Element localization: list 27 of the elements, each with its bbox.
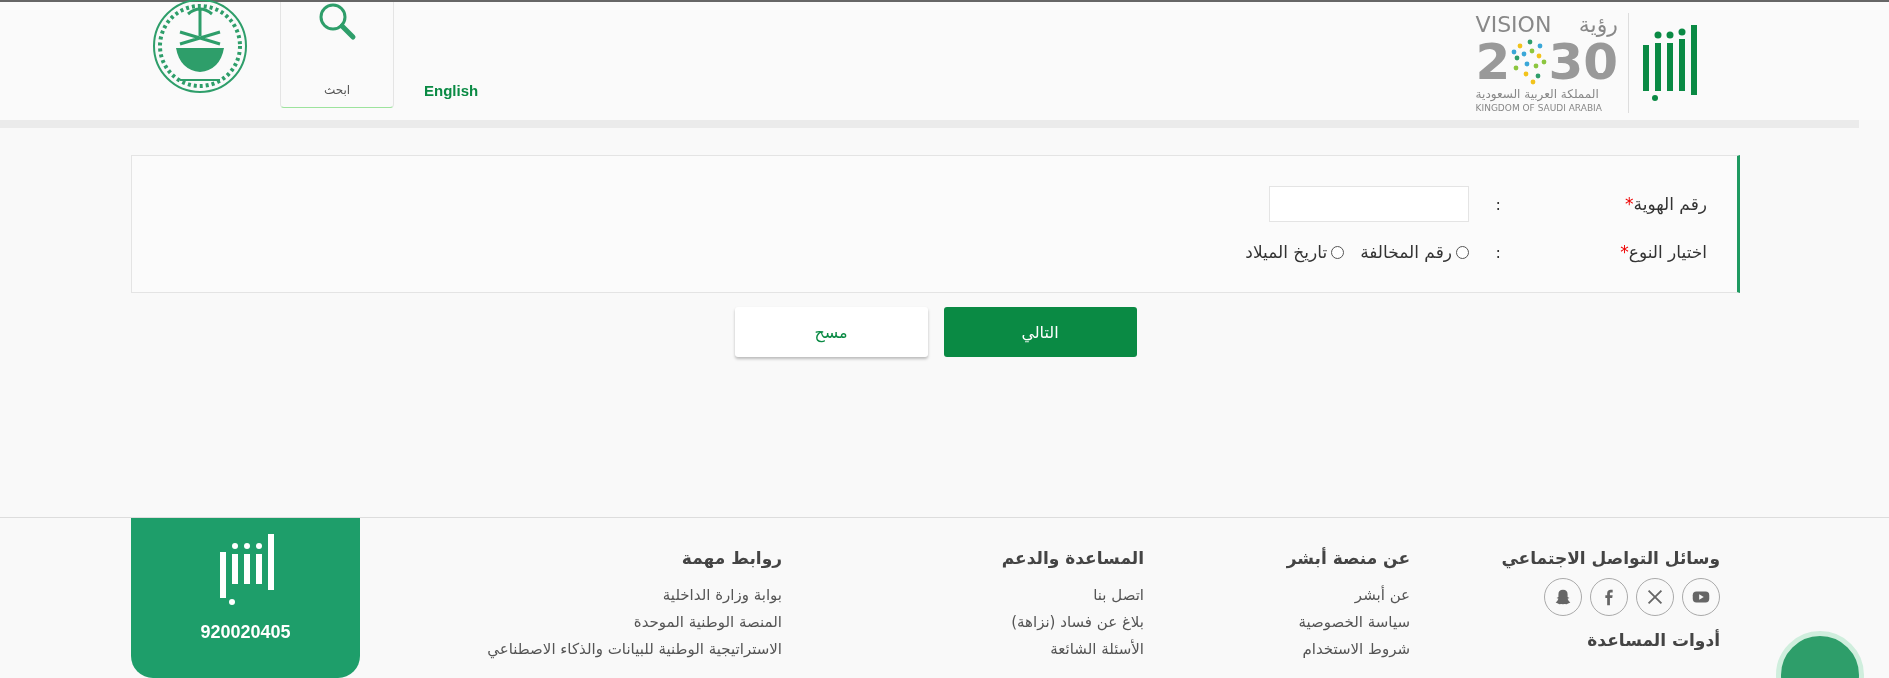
input-field[interactable] xyxy=(1269,186,1469,222)
country-name-arabic: المملكة العربية السعودية xyxy=(1475,86,1600,102)
field-label: اختيار النوع* xyxy=(1619,242,1707,262)
radio-option[interactable]: رقم المخالفة xyxy=(1360,242,1469,262)
radio-option[interactable]: تاريخ الميلاد xyxy=(1245,242,1345,262)
vision-word: VISION xyxy=(1475,12,1552,37)
language-link[interactable]: English xyxy=(424,82,479,99)
search-button[interactable]: ابحث xyxy=(280,2,394,108)
vision-year: 30 xyxy=(1548,36,1618,87)
required-mark: * xyxy=(1620,242,1629,262)
clear-button[interactable]: مسح xyxy=(734,307,928,357)
colon: : xyxy=(1494,242,1501,262)
next-button[interactable]: التالي xyxy=(943,307,1137,357)
footer-heading: روابط مهمة xyxy=(680,548,782,568)
field-label: رقم الهوية* xyxy=(1624,194,1707,214)
emblem-icon xyxy=(150,0,250,96)
footer-heading: المساعدة والدعم xyxy=(1000,548,1144,568)
emblem-dots-icon xyxy=(1510,37,1549,86)
vision-word-arabic: رؤية xyxy=(1578,12,1618,37)
country-name: KINGDOM OF SAUDI ARABIA xyxy=(1475,102,1603,114)
required-mark: * xyxy=(1625,194,1634,214)
footer-heading: وسائل التواصل الاجتماعي xyxy=(1500,548,1720,568)
phone-number: 920020405 xyxy=(200,622,291,643)
footer-heading: أدوات المساعدة xyxy=(1586,630,1720,650)
colon: : xyxy=(1494,194,1501,214)
vision-year: 2 xyxy=(1475,36,1511,87)
footer-heading: عن منصة أبشر xyxy=(1285,548,1410,568)
